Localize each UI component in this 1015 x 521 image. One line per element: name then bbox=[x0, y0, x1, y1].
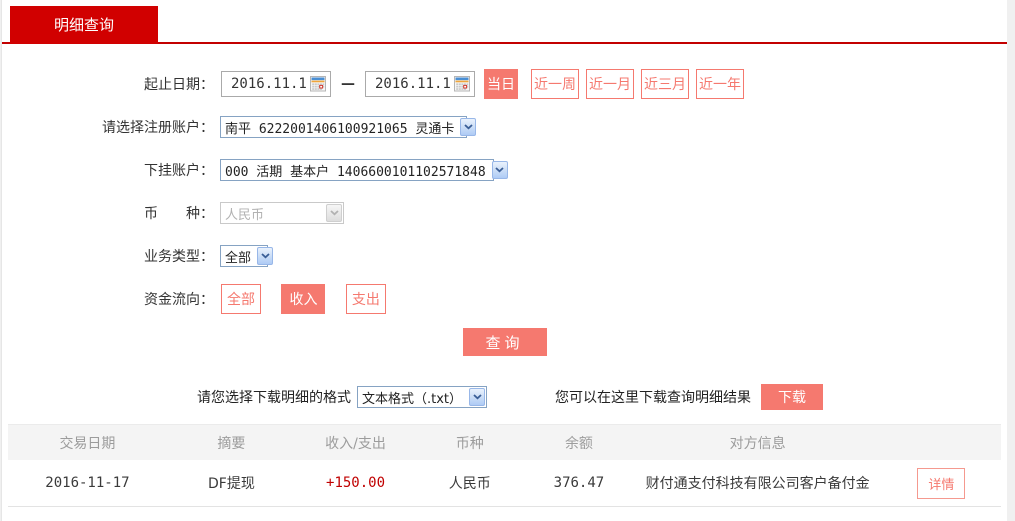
cell-counterparty: 财付通支付科技有限公司客户备付金 bbox=[645, 476, 870, 492]
business-type-label: 业务类型： bbox=[144, 249, 214, 265]
quick-range-week-button[interactable]: 近一周 bbox=[531, 69, 579, 99]
quick-range-quarter-button[interactable]: 近三月 bbox=[641, 69, 689, 99]
download-format-value: 文本格式（.txt） bbox=[362, 391, 463, 407]
download-hint: 您可以在这里下载查询明细结果 bbox=[555, 390, 751, 406]
cell-trade-date: 2016-11-17 bbox=[45, 475, 130, 491]
fund-flow-row: 资金流向： 全部 收入 支出 bbox=[2, 284, 1007, 314]
currency-row: 币 种： 人民币 bbox=[2, 199, 1007, 227]
quick-range-month-button[interactable]: 近一月 bbox=[586, 69, 634, 99]
header-balance: 余额 bbox=[564, 435, 593, 452]
fund-flow-expense-button[interactable]: 支出 bbox=[345, 284, 386, 314]
calendar-icon[interactable] bbox=[454, 76, 470, 96]
header-trade-date: 交易日期 bbox=[59, 435, 116, 452]
download-format-label: 请您选择下载明细的格式 bbox=[197, 390, 351, 406]
header-counterparty: 对方信息 bbox=[729, 435, 786, 452]
query-button[interactable]: 查询 bbox=[462, 328, 547, 356]
date-range-label: 起止日期： bbox=[144, 77, 214, 93]
quick-range-today-button[interactable]: 当日 bbox=[484, 69, 518, 99]
query-form: 起止日期： — bbox=[2, 44, 1007, 356]
quick-range-year-button[interactable]: 近一年 bbox=[696, 69, 744, 99]
download-row: 请您选择下载明细的格式 文本格式（.txt） 您可以在这里下载查询明细结果 下载 bbox=[197, 384, 1007, 410]
sub-account-row: 下挂账户： 000 活期 基本户 1406600101102571848 bbox=[2, 156, 1007, 184]
chevron-down-icon bbox=[491, 161, 508, 179]
register-account-value: 南平 6222001406100921065 灵通卡 bbox=[225, 121, 455, 137]
fund-flow-all-button[interactable]: 全部 bbox=[221, 284, 261, 314]
header-summary: 摘要 bbox=[217, 435, 246, 452]
fund-flow-label: 资金流向： bbox=[144, 292, 214, 308]
register-account-row: 请选择注册账户： 南平 6222001406100921065 灵通卡 bbox=[2, 113, 1007, 141]
download-format-select[interactable]: 文本格式（.txt） bbox=[357, 386, 487, 408]
register-account-label: 请选择注册账户： bbox=[102, 120, 214, 136]
cell-currency: 人民币 bbox=[448, 476, 491, 492]
cell-action: 详情 bbox=[882, 467, 1001, 499]
business-type-row: 业务类型： 全部 bbox=[2, 242, 1007, 270]
download-button[interactable]: 下载 bbox=[761, 384, 823, 410]
calendar-icon[interactable] bbox=[310, 76, 326, 96]
date-range-row: 起止日期： — bbox=[2, 69, 1007, 99]
table-row: 2016-11-17 DF提现 +150.00 人民币 376.47 财付通支付… bbox=[8, 460, 1001, 507]
cell-balance: 376.47 bbox=[553, 475, 605, 491]
main-panel: 明细查询 起止日期： 2016.11.17 — 2016.11.17 当日 近一… bbox=[1, 0, 1007, 521]
table-header-row: 交易日期 摘要 收入/支出 币种 余额 对方信息 bbox=[8, 424, 1001, 460]
sub-account-label: 下挂账户： bbox=[144, 163, 214, 179]
fund-flow-income-button[interactable]: 收入 bbox=[281, 284, 326, 314]
tab-detail-query[interactable]: 明细查询 bbox=[10, 6, 158, 44]
chevron-down-icon bbox=[326, 204, 342, 222]
currency-label: 币 种： bbox=[144, 206, 214, 222]
cell-summary: DF提现 bbox=[207, 476, 255, 492]
header-income-expense: 收入/支出 bbox=[325, 435, 386, 452]
business-type-value: 全部 bbox=[225, 250, 252, 266]
detail-button[interactable]: 详情 bbox=[917, 467, 966, 499]
end-date-wrap bbox=[365, 71, 475, 97]
results-table: 交易日期 摘要 收入/支出 币种 余额 对方信息 2016-11-17 DF提现… bbox=[8, 424, 1001, 507]
sub-account-value: 000 活期 基本户 1406600101102571848 bbox=[225, 164, 486, 180]
chevron-down-icon bbox=[257, 247, 274, 265]
currency-value: 人民币 bbox=[225, 207, 265, 223]
business-type-select[interactable]: 全部 bbox=[220, 245, 274, 267]
chevron-down-icon bbox=[460, 118, 477, 136]
chevron-down-icon bbox=[469, 388, 485, 406]
start-date-wrap bbox=[221, 71, 331, 97]
tab-bar: 明细查询 bbox=[2, 0, 1007, 44]
header-currency: 币种 bbox=[455, 435, 484, 452]
register-account-select[interactable]: 南平 6222001406100921065 灵通卡 bbox=[220, 116, 477, 138]
date-separator: — bbox=[341, 76, 355, 92]
currency-select: 人民币 bbox=[220, 202, 344, 224]
sub-account-select[interactable]: 000 活期 基本户 1406600101102571848 bbox=[220, 159, 508, 181]
cell-amount: +150.00 bbox=[326, 475, 386, 491]
